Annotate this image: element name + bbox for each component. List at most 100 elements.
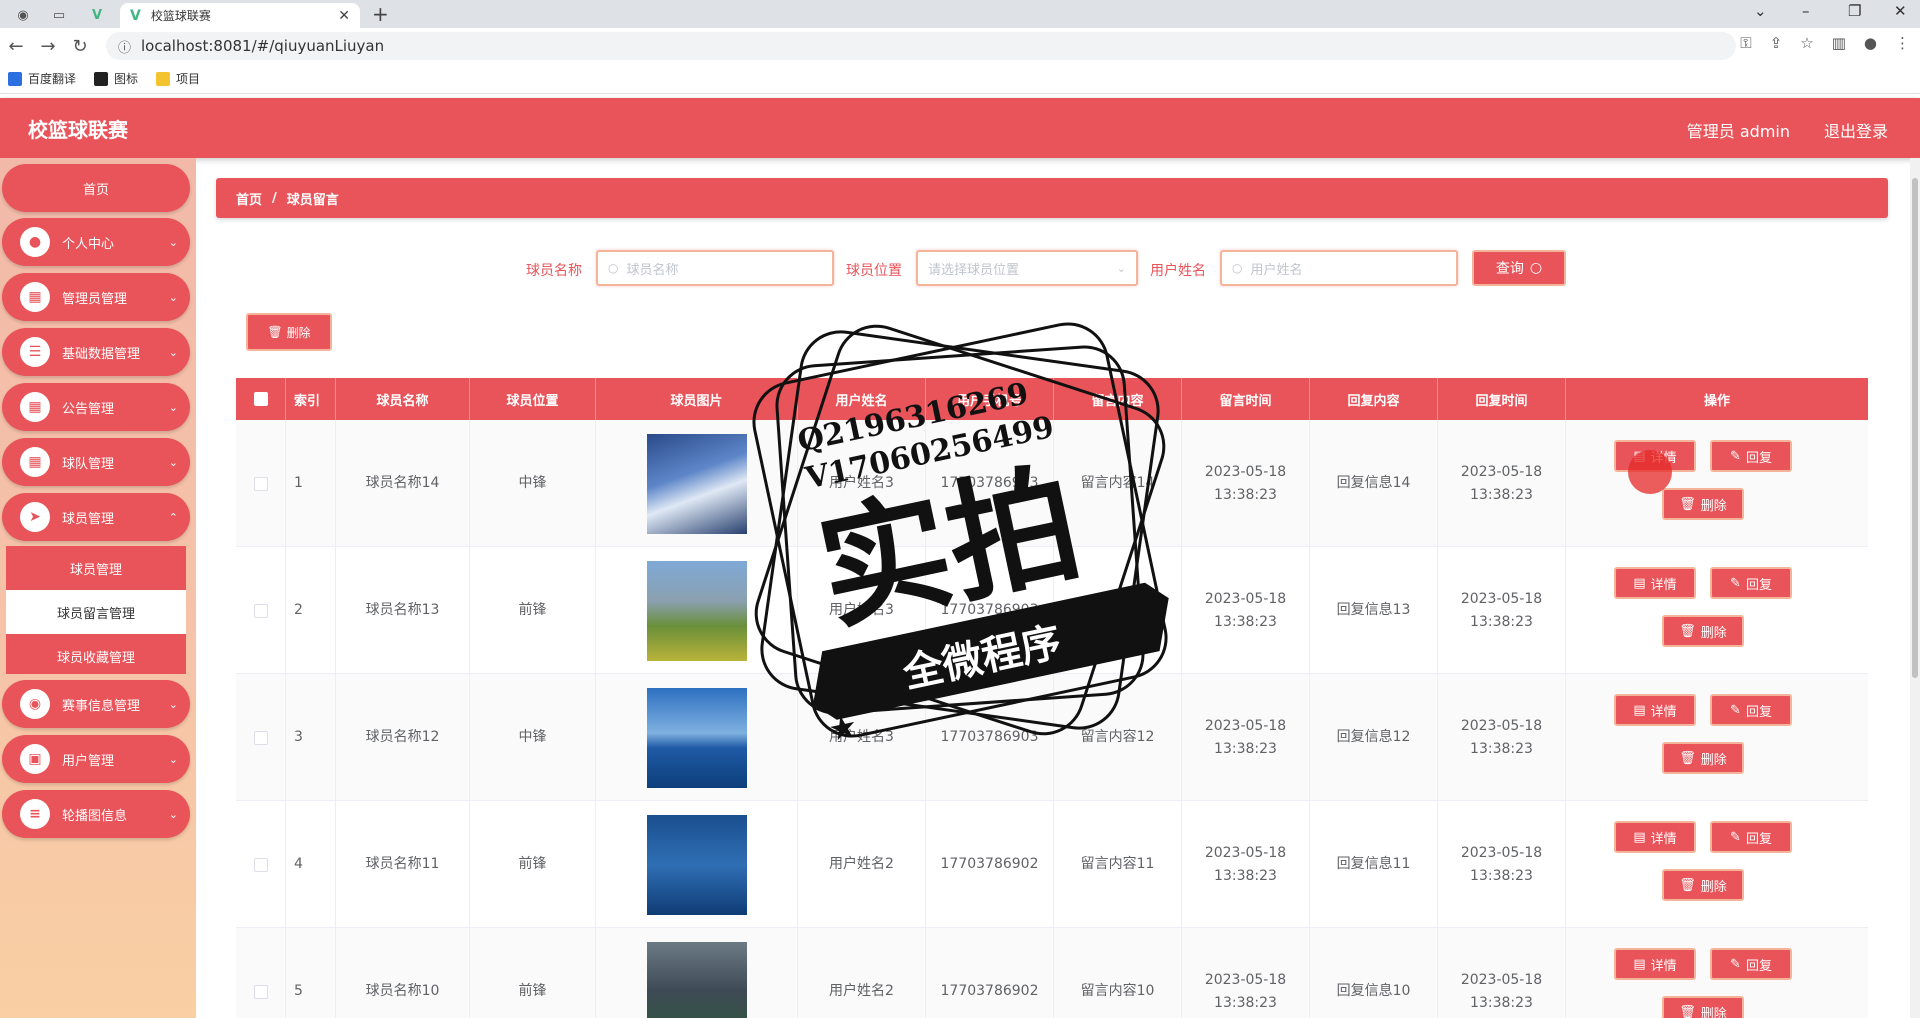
scrollbar-thumb[interactable]	[1912, 178, 1918, 678]
row-checkbox[interactable]	[253, 603, 268, 618]
chevron-down-icon: ⌄	[168, 290, 178, 304]
star-icon[interactable]: ☆	[1800, 34, 1813, 52]
table-row: 1 球员名称14 中锋 用户姓名3 17703786903 留言内容14 2023-05-1…	[236, 420, 1868, 547]
detail-button[interactable]: ▤详情	[1614, 567, 1696, 599]
cell-name: 球员名称12	[336, 674, 470, 801]
reply-button[interactable]: ✎ 回复	[1710, 694, 1792, 726]
sidebar-item-basic-data[interactable]: ☰ 基础数据管理 ⌄	[2, 328, 190, 376]
sidebar-item-match[interactable]: ◉ 赛事信息管理 ⌄	[2, 680, 190, 728]
bookmark-icons[interactable]: 图标	[94, 70, 138, 87]
tab-blank-icon[interactable]: ▭	[44, 4, 74, 26]
col-reply[interactable]: 回复内容	[1310, 378, 1438, 420]
delete-button[interactable]: 🗑 删除	[1662, 996, 1744, 1018]
delete-button[interactable]: 🗑 删除	[1662, 869, 1744, 901]
sidepanel-icon[interactable]: ▥	[1832, 34, 1846, 52]
player-name-input[interactable]: ○ 球员名称	[596, 250, 834, 286]
submenu-player-manage[interactable]: 球员管理	[6, 546, 186, 590]
user-name-input[interactable]: ○ 用户姓名	[1220, 250, 1458, 286]
col-content[interactable]: 留言内容	[1054, 378, 1182, 420]
document-icon: ▤	[1633, 829, 1646, 845]
row-actions: ▤详情 ✎回复 🗑删除	[1566, 420, 1868, 547]
new-tab-icon[interactable]: +	[372, 2, 389, 26]
player-image[interactable]	[646, 560, 747, 661]
sidebar-item-carousel[interactable]: ≡ 轮播图信息 ⌄	[2, 790, 190, 838]
tab-active[interactable]: V 校篮球联赛 ✕	[120, 3, 360, 28]
row-checkbox[interactable]	[253, 857, 268, 872]
reply-button[interactable]: ✎ 回复	[1710, 948, 1792, 980]
detail-button[interactable]: ▤详情	[1614, 694, 1696, 726]
row-checkbox[interactable]	[253, 984, 268, 999]
col-player-image[interactable]: 球员图片	[596, 378, 798, 420]
row-checkbox[interactable]	[253, 730, 268, 745]
bookmark-project[interactable]: 项目	[156, 70, 200, 87]
player-position-select[interactable]: 请选择球员位置 ⌄	[916, 250, 1138, 286]
player-image[interactable]	[646, 941, 747, 1018]
delete-button[interactable]: 🗑 删除	[1662, 615, 1744, 647]
restore-icon[interactable]: ❐	[1848, 2, 1861, 20]
delete-button[interactable]: 🗑 删除	[1662, 742, 1744, 774]
col-user-phone[interactable]: 用户手机号	[926, 378, 1054, 420]
sidebar-item-users[interactable]: ▣ 用户管理 ⌄	[2, 735, 190, 783]
detail-button[interactable]: ▤详情	[1614, 948, 1696, 980]
col-time[interactable]: 留言时间	[1182, 378, 1310, 420]
app-title: 校篮球联赛	[28, 118, 128, 142]
col-player-name[interactable]: 球员名称	[336, 378, 470, 420]
cell-position: 中锋	[470, 420, 596, 547]
submenu-player-favorite[interactable]: 球员收藏管理	[6, 634, 186, 678]
click-indicator	[1628, 450, 1672, 494]
submenu-player-message[interactable]: 球员留言管理	[6, 590, 186, 634]
reload-icon[interactable]: ↻	[64, 36, 96, 57]
cell-time: 2023-05-18 13:38:23	[1182, 420, 1310, 547]
batch-delete-button[interactable]: 🗑 删除	[246, 313, 332, 351]
chevron-down-icon: ⌄	[168, 697, 178, 711]
row-actions: ▤详情 ✎回复 🗑删除	[1566, 547, 1868, 674]
breadcrumb-home[interactable]: 首页	[236, 189, 262, 208]
reply-button[interactable]: ✎ 回复	[1710, 440, 1792, 472]
delete-button[interactable]: 🗑 删除	[1662, 488, 1744, 520]
info-icon[interactable]: ⓘ	[118, 37, 131, 56]
menu-dots-icon[interactable]: ⋮	[1895, 34, 1910, 52]
row-actions: ▤详情 ✎回复 🗑删除	[1566, 674, 1868, 801]
cell-phone: 17703786903	[926, 674, 1054, 801]
reply-button[interactable]: ✎ 回复	[1710, 567, 1792, 599]
reply-button[interactable]: ✎ 回复	[1710, 821, 1792, 853]
table-header: 索引 球员名称 球员位置 球员图片 用户姓名 用户手机号 留言内容 留言时间 回…	[236, 378, 1868, 420]
cell-content: 留言内容13	[1054, 547, 1182, 674]
sidebar-item-personal[interactable]: ● 个人中心 ⌄	[2, 218, 190, 266]
player-image[interactable]	[646, 433, 747, 534]
col-player-position[interactable]: 球员位置	[470, 378, 596, 420]
key-icon[interactable]: ⚿	[1740, 34, 1751, 52]
col-reply-time[interactable]: 回复时间	[1438, 378, 1566, 420]
back-icon[interactable]: ←	[0, 36, 32, 57]
sidebar-item-player[interactable]: ➤ 球员管理 ⌃	[2, 493, 190, 541]
cell-content: 留言内容12	[1054, 674, 1182, 801]
player-image[interactable]	[646, 814, 747, 915]
github-icon[interactable]: ◉	[8, 4, 38, 26]
logout-link[interactable]: 退出登录	[1824, 118, 1888, 142]
forward-icon[interactable]: →	[32, 36, 64, 57]
detail-button[interactable]: ▤详情	[1614, 821, 1696, 853]
col-index[interactable]: 索引	[286, 378, 336, 420]
sidebar-item-home[interactable]: 首页	[2, 164, 190, 212]
bookmark-baidu-translate[interactable]: 百度翻译	[8, 70, 76, 87]
sidebar-item-admin[interactable]: ▦ 管理员管理 ⌄	[2, 273, 190, 321]
document-icon: ▤	[1633, 575, 1646, 591]
select-all-checkbox[interactable]	[253, 392, 268, 406]
edit-icon: ✎	[1730, 956, 1741, 972]
share-icon[interactable]: ⇪	[1770, 34, 1783, 52]
player-image[interactable]	[646, 687, 747, 788]
query-button[interactable]: 查询 ○	[1472, 250, 1566, 286]
row-checkbox[interactable]	[253, 476, 268, 491]
url-input[interactable]: ⓘ localhost:8081/#/qiuyuanLiuyan	[106, 32, 1736, 60]
vue-tab-icon[interactable]: V	[82, 4, 112, 26]
chevron-down-icon[interactable]: ⌄	[1754, 2, 1767, 20]
sidebar-item-team[interactable]: ▦ 球队管理 ⌄	[2, 438, 190, 486]
header-user: 管理员 admin	[1686, 122, 1790, 141]
close-icon[interactable]: ✕	[338, 8, 350, 24]
window-close-icon[interactable]: ✕	[1894, 2, 1907, 20]
minimize-icon[interactable]: –	[1802, 2, 1810, 20]
col-user-name[interactable]: 用户姓名	[798, 378, 926, 420]
scrollbar[interactable]	[1910, 158, 1920, 1018]
profile-icon[interactable]: ●	[1864, 34, 1877, 52]
sidebar-item-notice[interactable]: ▦ 公告管理 ⌄	[2, 383, 190, 431]
